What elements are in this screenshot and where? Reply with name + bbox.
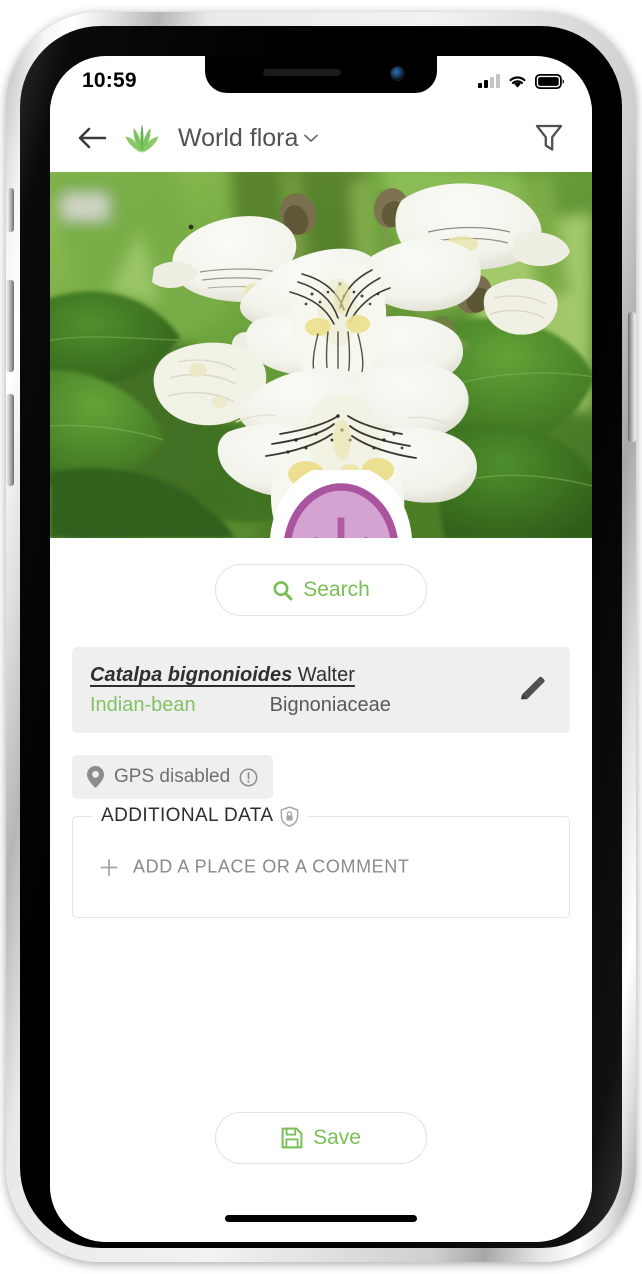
status-icons	[478, 73, 564, 89]
front-camera-icon	[390, 66, 405, 81]
observation-photo[interactable]	[50, 172, 592, 538]
observation-content: Search Catalpa bignonioides Walter India…	[50, 538, 592, 1242]
map-pin-icon	[87, 766, 104, 788]
cellular-signal-icon	[478, 73, 500, 88]
shield-lock-icon	[281, 805, 299, 827]
chevron-down-icon[interactable]	[303, 132, 319, 144]
add-place-or-comment-button[interactable]: ADD A PLACE OR A COMMENT	[99, 857, 409, 878]
species-card[interactable]: Catalpa bignonioides Walter Indian-bean …	[72, 647, 570, 733]
page-title: World flora	[178, 123, 299, 152]
species-author: Walter	[292, 664, 355, 686]
filter-funnel-icon	[535, 124, 563, 151]
additional-data-legend-text: ADDITIONAL DATA	[101, 805, 274, 826]
exclamation-circle-icon[interactable]	[239, 768, 258, 787]
power-button[interactable]	[628, 312, 636, 442]
additional-data-section: ADDITIONAL DATA ADD A PLACE OR A COMMENT	[72, 805, 570, 918]
species-common-name: Indian-bean	[90, 694, 196, 716]
species-card-text: Catalpa bignonioides Walter Indian-bean …	[90, 664, 498, 717]
flower-sticker-icon	[70, 470, 412, 538]
mute-switch-button[interactable]	[7, 188, 14, 232]
gps-status-chip[interactable]: GPS disabled	[72, 755, 274, 799]
wifi-icon	[509, 75, 526, 88]
status-time: 10:59	[82, 69, 137, 92]
device-notch	[205, 56, 437, 93]
battery-full-icon	[535, 73, 564, 89]
species-scientific-name: Catalpa bignonioides	[90, 664, 293, 686]
floppy-disk-save-icon	[281, 1127, 303, 1149]
species-name-row: Catalpa bignonioides Walter	[90, 664, 498, 687]
back-arrow-icon	[78, 127, 107, 149]
pencil-edit-icon	[521, 676, 545, 699]
add-place-or-comment-label: ADD A PLACE OR A COMMENT	[133, 856, 410, 877]
search-button-label: Search	[303, 578, 370, 601]
search-button[interactable]: Search	[215, 564, 427, 616]
home-indicator[interactable]	[225, 1215, 417, 1222]
edit-species-button[interactable]	[512, 671, 552, 711]
additional-data-legend: ADDITIONAL DATA	[93, 805, 308, 827]
phone-screen: 10:59 World flora Search Catalpa bignoni…	[50, 56, 592, 1242]
app-bar: World flora	[50, 104, 592, 172]
save-button-label: Save	[313, 1126, 361, 1149]
save-button[interactable]: Save	[215, 1112, 427, 1164]
plus-icon	[100, 858, 118, 876]
back-button[interactable]	[70, 116, 114, 160]
search-icon	[273, 580, 293, 600]
plant-leaf-logo-icon	[120, 121, 164, 155]
species-family: Bignoniaceae	[269, 694, 391, 716]
filter-button[interactable]	[528, 117, 570, 159]
species-sub-row: Indian-bean Bignoniaceae	[90, 694, 498, 717]
volume-down-button[interactable]	[6, 394, 14, 486]
earpiece-speaker	[263, 69, 341, 76]
phone-device-frame: 10:59 World flora Search Catalpa bignoni…	[6, 12, 636, 1262]
gps-status-label: GPS disabled	[114, 766, 231, 787]
volume-up-button[interactable]	[6, 280, 14, 372]
